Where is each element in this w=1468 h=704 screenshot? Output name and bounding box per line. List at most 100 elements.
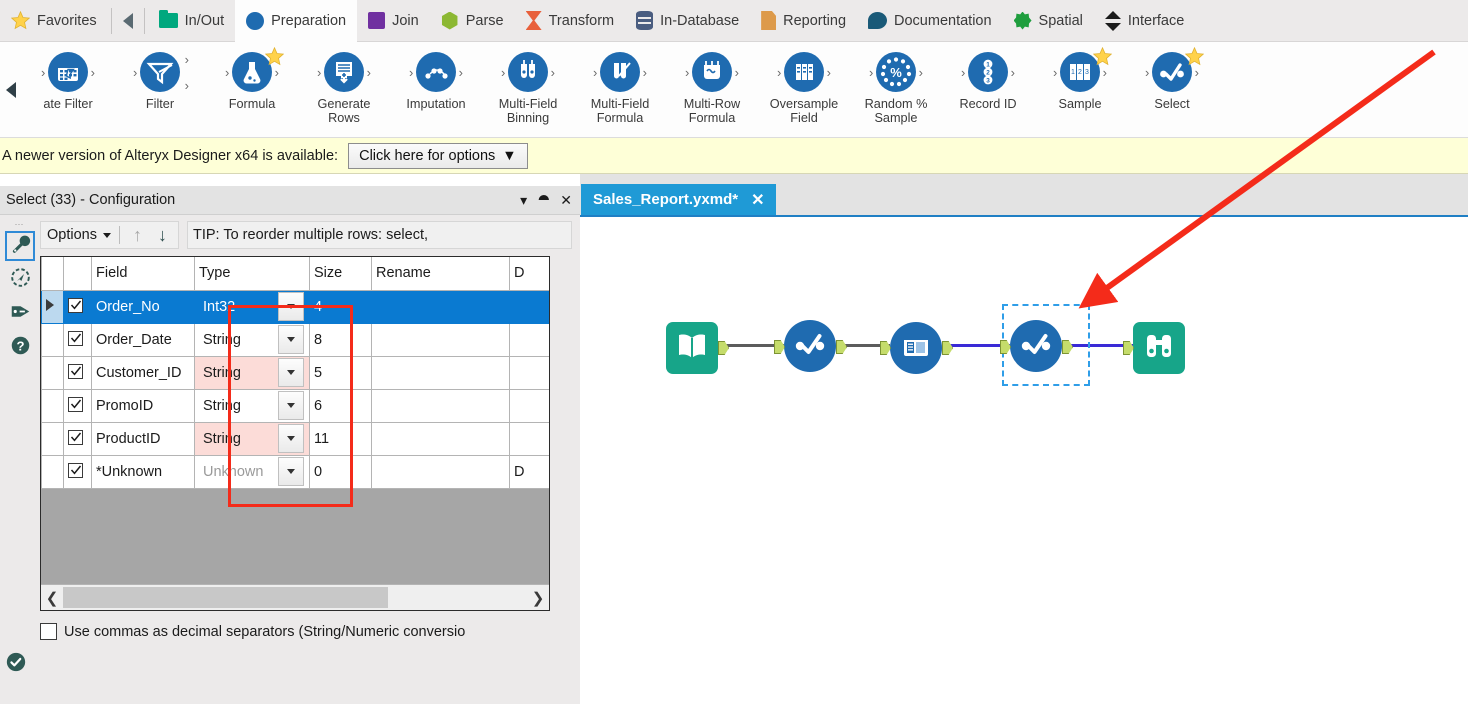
close-icon[interactable]: ✕ [560,193,572,207]
category-tab-interface[interactable]: Interface [1094,0,1195,42]
field-checkbox[interactable] [68,397,83,412]
options-menu-button[interactable]: Options [47,227,97,243]
tool-filter[interactable]: › › › Filter [114,42,206,111]
random-percent-sample-icon: % [876,52,916,92]
category-tab-label: Spatial [1039,13,1083,29]
tool-date-filter[interactable]: › › ate Filter [22,42,114,111]
select-node-1[interactable] [784,320,836,372]
field-name-cell[interactable]: Order_No [92,290,195,323]
output-port[interactable] [836,340,847,354]
rail-configuration-button[interactable] [5,231,35,261]
field-description-cell[interactable] [510,389,551,422]
category-tab-spatial[interactable]: Spatial [1003,0,1094,42]
row-checkbox-cell[interactable] [64,389,92,422]
category-tab-transform[interactable]: Transform [515,0,626,42]
category-tab-in-database[interactable]: In-Database [625,0,750,42]
row-checkbox-cell[interactable] [64,422,92,455]
field-rename-cell[interactable] [372,455,510,488]
field-rename-cell[interactable] [372,290,510,323]
category-tab-favorites[interactable]: Favorites [0,0,108,42]
row-checkbox-cell[interactable] [64,323,92,356]
decimal-separator-option[interactable]: Use commas as decimal separators (String… [40,623,572,640]
data-cleansing-node-body[interactable] [890,322,942,374]
field-checkbox[interactable] [68,364,83,379]
field-rename-cell[interactable] [372,422,510,455]
svg-text:?: ? [16,338,24,353]
field-description-cell[interactable] [510,323,551,356]
document-tab-sales-report[interactable]: Sales_Report.yxmd* ✕ [581,184,776,215]
input-data-node-body[interactable] [666,322,718,374]
col-rename[interactable]: Rename [372,257,510,290]
category-tab-join[interactable]: Join [357,0,430,42]
select-node-2-body[interactable] [1010,320,1062,372]
field-description-cell[interactable] [510,422,551,455]
col-description[interactable]: D [510,257,551,290]
tool-generate-rows[interactable]: › › GenerateRows [298,42,390,125]
tool-sample[interactable]: › 123 › Sample [1034,42,1126,111]
field-description-cell[interactable] [510,290,551,323]
chevron-left-icon[interactable]: ❮ [41,589,63,607]
update-options-button[interactable]: Click here for options ▼ [348,143,528,169]
field-rename-cell[interactable] [372,323,510,356]
category-tab-reporting[interactable]: Reporting [750,0,857,42]
field-name-cell[interactable]: ProductID [92,422,195,455]
field-checkbox[interactable] [68,331,83,346]
category-tab-inout[interactable]: In/Out [148,0,236,42]
col-type[interactable]: Type [195,257,310,290]
category-tab-preparation[interactable]: Preparation [235,0,357,42]
tool-select[interactable]: › › Select [1126,42,1218,111]
workflow-canvas[interactable] [580,215,1468,704]
row-checkbox-cell[interactable] [64,455,92,488]
col-field[interactable]: Field [92,257,195,290]
field-description-cell[interactable] [510,356,551,389]
chevron-right-icon[interactable]: ❯ [527,589,549,607]
select-node-1-body[interactable] [784,320,836,372]
rail-help-button[interactable]: ? [5,333,35,363]
category-tab-parse[interactable]: Parse [430,0,515,42]
field-name-cell[interactable]: Order_Date [92,323,195,356]
tool-multi-field-formula[interactable]: › › Multi-FieldFormula [574,42,666,125]
tool-random-percent-sample[interactable]: › % › Random %Sample [850,42,942,125]
row-checkbox-cell[interactable] [64,356,92,389]
tool-oversample-field[interactable]: › › OversampleField [758,42,850,125]
arrow-down-icon[interactable]: ↓ [153,226,172,244]
grid-horizontal-scrollbar[interactable]: ❮ ❯ [41,584,549,610]
category-scroll-left-button[interactable] [115,0,141,42]
wrench-icon [10,233,31,259]
col-size[interactable]: Size [310,257,372,290]
tool-formula[interactable]: › › Formula [206,42,298,111]
rail-grip[interactable]: ⋯ [15,219,26,229]
data-cleansing-node[interactable] [890,322,942,374]
arrow-up-icon[interactable]: ↑ [128,226,147,244]
scrollbar-thumb[interactable] [63,587,388,608]
tool-imputation[interactable]: › › Imputation [390,42,482,111]
select-node-2[interactable] [1010,320,1062,372]
field-name-cell[interactable]: PromoID [92,389,195,422]
field-name-cell[interactable]: Customer_ID [92,356,195,389]
tool-record-id[interactable]: › 123 › Record ID [942,42,1034,111]
row-checkbox-cell[interactable] [64,290,92,323]
field-checkbox[interactable] [68,298,83,313]
tool-multi-field-binning[interactable]: › › Multi-FieldBinning [482,42,574,125]
field-description-cell[interactable]: D [510,455,551,488]
ribbon-scroll-left-button[interactable] [0,42,22,138]
rail-annotation-button[interactable] [5,265,35,295]
scrollbar-track[interactable] [63,586,527,610]
connection-cleansing-to-select2[interactable] [942,344,1010,347]
browse-node[interactable] [1133,322,1185,374]
chevron-down-icon[interactable] [103,233,111,238]
tool-multi-row-formula[interactable]: › › Multi-RowFormula [666,42,758,125]
close-icon[interactable]: ✕ [751,190,764,210]
browse-node-body[interactable] [1133,322,1185,374]
field-name-cell[interactable]: *Unknown [92,455,195,488]
field-checkbox[interactable] [68,463,83,478]
field-rename-cell[interactable] [372,356,510,389]
decimal-separator-checkbox[interactable] [40,623,57,640]
input-data-node[interactable] [666,322,718,374]
field-rename-cell[interactable] [372,389,510,422]
category-tab-documentation[interactable]: Documentation [857,0,1003,42]
field-checkbox[interactable] [68,430,83,445]
chevron-down-icon[interactable]: ▾ [520,193,527,207]
rail-tag-button[interactable] [5,299,35,329]
pin-icon[interactable]: ⯊ [538,193,549,207]
